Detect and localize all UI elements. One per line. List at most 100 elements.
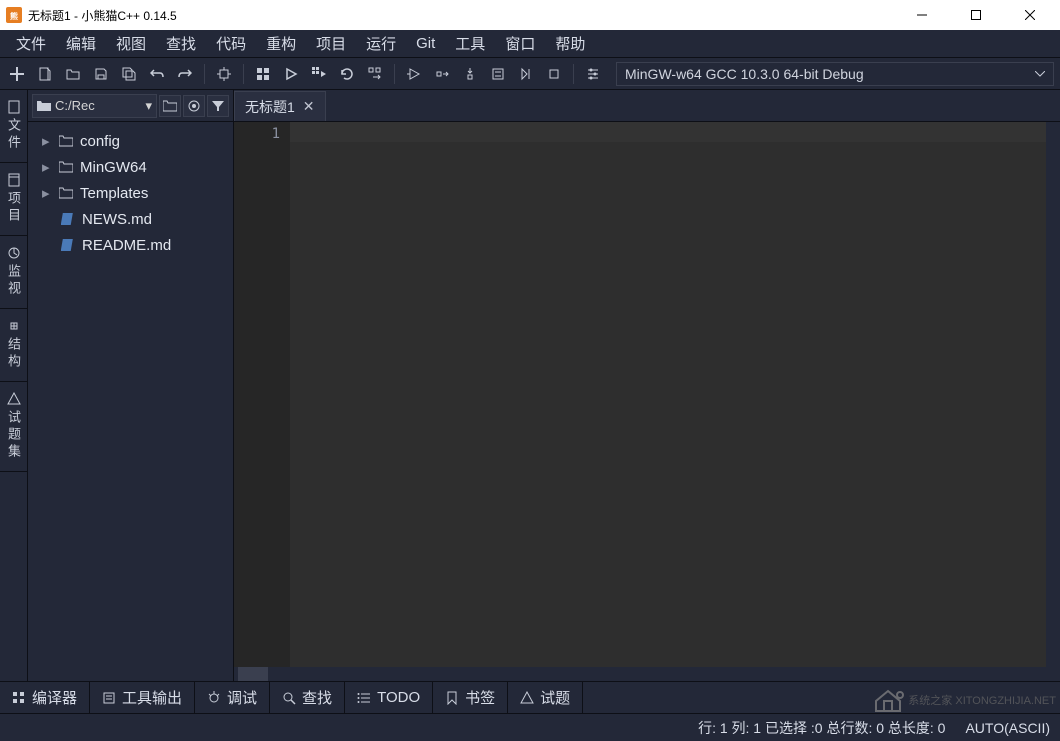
editor-tab-bar: 无标题1 ✕ [234,90,1060,122]
vertical-scrollbar[interactable] [1046,122,1060,667]
minimize-button[interactable] [904,1,940,29]
save-all-icon[interactable] [118,63,140,85]
debug-icon [207,691,221,705]
bottom-tab-debug[interactable]: 调试 [195,682,270,713]
target-icon[interactable] [213,63,235,85]
compile-icon[interactable] [252,63,274,85]
editor-area: 无标题1 ✕ 1 [234,90,1060,681]
options-icon[interactable] [582,63,604,85]
path-selector[interactable]: C:/Rec ▾ [32,94,157,118]
line-gutter: 1 [234,122,290,667]
redo-icon[interactable] [174,63,196,85]
run-icon[interactable] [280,63,302,85]
menu-git[interactable]: Git [406,33,445,54]
output-icon [102,691,116,705]
line-number: 1 [234,126,280,142]
sidebar-tab-watch[interactable]: 监视 [0,236,27,309]
left-sidebar-tabs: 文件 项目 监视 结构 试题集 [0,90,28,681]
chevron-down-icon [1035,71,1045,77]
menu-tools[interactable]: 工具 [445,31,495,56]
bottom-tab-bookmarks[interactable]: 书签 [433,682,508,713]
tree-file[interactable]: NEWS.md [32,206,229,232]
separator [204,64,205,84]
step-into-icon[interactable] [459,63,481,85]
editor-tab[interactable]: 无标题1 ✕ [234,91,326,121]
menu-window[interactable]: 窗口 [495,31,545,56]
expand-icon: ▸ [42,158,52,176]
search-icon [282,691,296,705]
tree-folder[interactable]: ▸ Templates [32,180,229,206]
warning-icon [520,691,534,705]
tree-folder[interactable]: ▸ MinGW64 [32,154,229,180]
menu-help[interactable]: 帮助 [545,31,595,56]
step-over-icon[interactable] [431,63,453,85]
scroll-thumb[interactable] [238,667,268,681]
sidebar-tab-problems[interactable]: 试题集 [0,382,27,472]
encoding-indicator[interactable]: AUTO(ASCII) [965,720,1050,736]
status-bar: 行: 1 列: 1 已选择 :0 总行数: 0 总长度: 0 AUTO(ASCI… [0,713,1060,741]
menu-refactor[interactable]: 重构 [256,31,306,56]
folder-icon [58,161,74,173]
stop-debug-icon[interactable] [543,63,565,85]
menu-view[interactable]: 视图 [106,31,156,56]
bottom-tab-problems[interactable]: 试题 [508,682,583,713]
menu-file[interactable]: 文件 [6,31,56,56]
sidebar-tab-files[interactable]: 文件 [0,90,27,163]
new-file-icon[interactable] [6,63,28,85]
menubar: 文件 编辑 视图 查找 代码 重构 项目 运行 Git 工具 窗口 帮助 [0,30,1060,58]
file-panel-header: C:/Rec ▾ [28,90,233,122]
bottom-tab-compiler[interactable]: 编译器 [0,682,90,713]
folder-icon [58,135,74,147]
sidebar-tab-structure[interactable]: 结构 [0,309,27,382]
watermark: 系统之家 XITONGZHIJIA.NET [872,687,1056,713]
main-area: 文件 项目 监视 结构 试题集 C:/Rec ▾ [0,90,1060,681]
markdown-file-icon [60,212,76,226]
app-icon: 熊 [6,7,22,23]
save-icon[interactable] [90,63,112,85]
menu-edit[interactable]: 编辑 [56,31,106,56]
compile-icon [12,691,26,705]
separator [394,64,395,84]
stop-icon[interactable] [364,63,386,85]
filter-button[interactable] [207,95,229,117]
bottom-tab-output[interactable]: 工具输出 [90,682,195,713]
sidebar-tab-project[interactable]: 项目 [0,163,27,236]
expand-icon: ▸ [42,184,52,202]
bottom-tab-todo[interactable]: TODO [345,682,433,713]
horizontal-scrollbar[interactable] [234,667,1060,681]
file-tree: ▸ config ▸ MinGW64 ▸ Templates NEWS.md R… [28,122,233,681]
rebuild-icon[interactable] [336,63,358,85]
tree-folder[interactable]: ▸ config [32,128,229,154]
locate-button[interactable] [183,95,205,117]
folder-icon [37,100,51,112]
new-document-icon[interactable] [34,63,56,85]
bottom-tab-find[interactable]: 查找 [270,682,345,713]
open-icon[interactable] [62,63,84,85]
editor-tab-label: 无标题1 [245,97,295,117]
toolbar: MinGW-w64 GCC 10.3.0 64-bit Debug [0,58,1060,90]
compile-run-icon[interactable] [308,63,330,85]
compiler-label: MinGW-w64 GCC 10.3.0 64-bit Debug [625,66,864,82]
menu-search[interactable]: 查找 [156,31,206,56]
menu-run[interactable]: 运行 [356,31,406,56]
compiler-dropdown[interactable]: MinGW-w64 GCC 10.3.0 64-bit Debug [616,62,1054,86]
chevron-down-icon: ▾ [145,98,152,114]
markdown-file-icon [60,238,76,252]
undo-icon[interactable] [146,63,168,85]
debug-icon[interactable] [403,63,425,85]
code-editor[interactable] [290,122,1046,667]
close-tab-icon[interactable]: ✕ [303,98,315,115]
continue-icon[interactable] [515,63,537,85]
window-title: 无标题1 - 小熊猫C++ 0.14.5 [28,7,904,24]
close-button[interactable] [1012,1,1048,29]
cursor-position: 行: 1 列: 1 已选择 :0 总行数: 0 总长度: 0 [698,718,945,738]
maximize-button[interactable] [958,1,994,29]
step-out-icon[interactable] [487,63,509,85]
expand-icon: ▸ [42,132,52,150]
window-titlebar: 熊 无标题1 - 小熊猫C++ 0.14.5 [0,0,1060,30]
menu-project[interactable]: 项目 [306,31,356,56]
folder-button[interactable] [159,95,181,117]
tree-file[interactable]: README.md [32,232,229,258]
menu-code[interactable]: 代码 [206,31,256,56]
bookmark-icon [445,691,459,705]
